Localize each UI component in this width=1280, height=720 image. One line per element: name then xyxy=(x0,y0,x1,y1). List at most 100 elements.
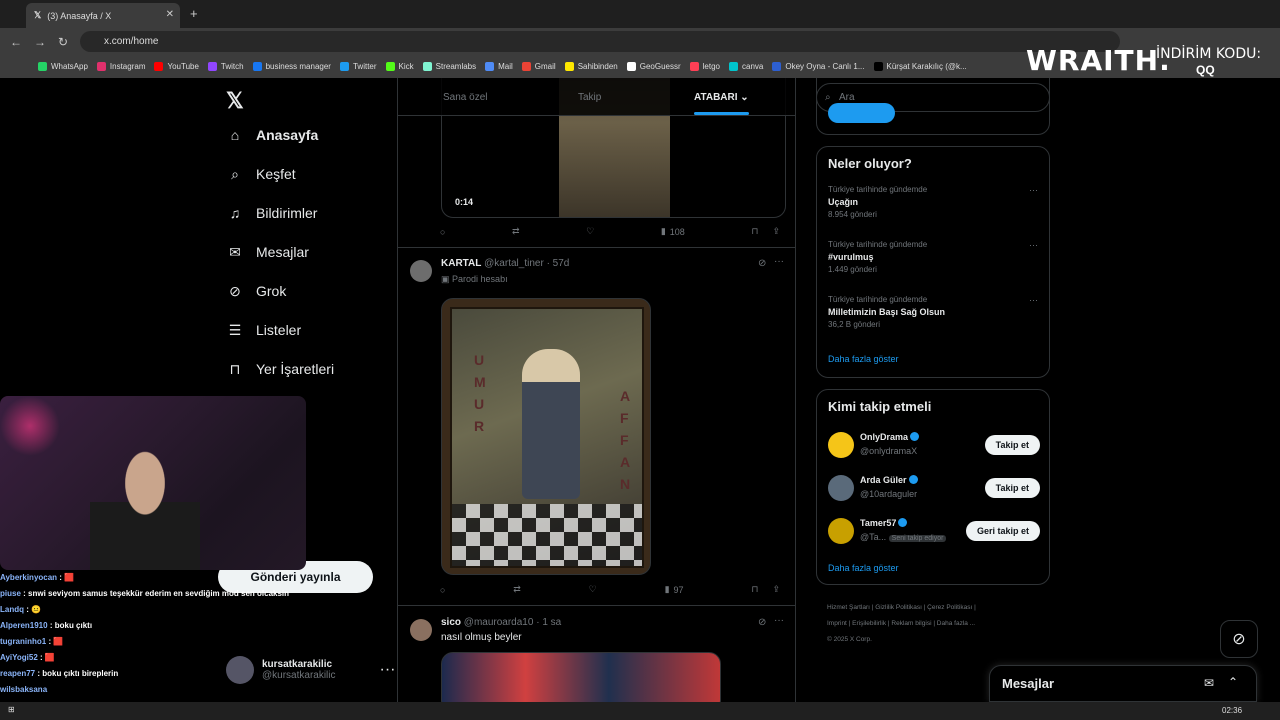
bookmark-favicon xyxy=(96,62,106,71)
chevron-down-icon: ⌄ xyxy=(740,92,749,103)
trends-title: Neler oluyor? xyxy=(828,156,912,171)
promo-label: İNDİRİM KODU: xyxy=(1156,46,1262,62)
bookmark-item[interactable]: canva xyxy=(729,62,763,71)
bookmark-item[interactable]: Gmail xyxy=(521,62,556,71)
bookmark-favicon xyxy=(339,62,349,71)
author-name[interactable]: sico xyxy=(441,617,461,628)
more-icon[interactable]: ··· xyxy=(774,615,784,626)
streamer-shape xyxy=(90,446,200,570)
show-more-link[interactable]: Daha fazla göster xyxy=(828,563,899,573)
follow-suggestion[interactable]: OnlyDrama @onlydramaX Takip et xyxy=(828,430,1040,460)
follow-button[interactable]: Takip et xyxy=(984,435,1040,455)
tab-for-you[interactable]: Sana özel xyxy=(443,92,487,103)
nav-item-list[interactable]: ☰ Listeler xyxy=(226,321,301,339)
post-image[interactable] xyxy=(441,652,721,702)
bookmark-item[interactable]: Kürşat Karakılıç (@k... xyxy=(873,62,967,71)
share-icon[interactable]: ⇪ xyxy=(772,226,780,237)
bookmark-item[interactable]: Okey Oyna - Canlı 1... xyxy=(772,62,865,71)
post[interactable]: sico @mauroarda10 · 1 sa ⊘ ··· nasıl olm… xyxy=(398,607,795,702)
bookmark-favicon xyxy=(422,62,432,71)
avatar[interactable] xyxy=(410,619,432,641)
start-icon[interactable]: ⊞ xyxy=(8,705,15,714)
follow-button[interactable]: Takip et xyxy=(984,478,1040,498)
follow-suggestion[interactable]: Arda Güler @10ardaguler Takip et xyxy=(828,473,1040,503)
follow-button[interactable]: Geri takip et xyxy=(965,521,1040,541)
views-stat[interactable]: ▮ 97 xyxy=(665,584,684,595)
new-tab-button[interactable]: + xyxy=(190,6,198,21)
views-stat[interactable]: ▮ 108 xyxy=(661,226,685,237)
forward-icon[interactable]: → xyxy=(34,35,46,49)
url-input[interactable]: x.com/home xyxy=(80,31,1120,52)
bookmark-favicon xyxy=(154,62,164,71)
trend-item[interactable]: Türkiye tarihinde gündemde #vurulmuş 1.449… xyxy=(828,240,1038,274)
messages-drawer[interactable]: Mesajlar ✉ ⌃ xyxy=(989,665,1257,702)
repost-icon[interactable]: ⇄ xyxy=(512,226,520,237)
compose-message-icon[interactable]: ✉ xyxy=(1204,676,1214,690)
reply-icon[interactable]: ○ xyxy=(440,226,445,237)
nav-item-home[interactable]: ⌂ Anasayfa xyxy=(226,126,319,144)
video-duration: 0:14 xyxy=(455,197,474,207)
bookmark-item[interactable]: letgo xyxy=(689,62,720,71)
bookmark-icon[interactable]: ⊓ xyxy=(751,226,758,237)
nav-item-mail[interactable]: ✉ Mesajlar xyxy=(226,243,309,261)
browser-tab[interactable]: 𝕏 (3) Anasayfa / X ✕ xyxy=(26,3,180,28)
tab-atabari[interactable]: ATABARI ⌄ xyxy=(694,92,749,115)
subscribe-button[interactable] xyxy=(828,103,895,123)
more-icon[interactable]: ··· xyxy=(1029,295,1038,305)
bookmark-item[interactable]: Instagram xyxy=(96,62,145,71)
mail-icon: ✉ xyxy=(229,243,241,260)
grok-fab[interactable]: ⊘ xyxy=(1220,620,1258,658)
bookmark-item[interactable]: YouTube xyxy=(154,62,199,71)
bookmark-item[interactable]: Mail xyxy=(485,62,513,71)
trend-item[interactable]: Türkiye tarihinde gündemde Milletimizin B… xyxy=(828,295,1038,329)
bookmark-icon[interactable]: ⊓ xyxy=(751,584,758,595)
bookmark-item[interactable]: Twitch xyxy=(207,62,244,71)
avatar[interactable] xyxy=(828,432,854,458)
nav-item-grok[interactable]: ⊘ Grok xyxy=(226,282,286,300)
expand-icon[interactable]: ⌃ xyxy=(1228,675,1238,689)
trend-item[interactable]: Türkiye tarihinde gündemde Uçağın 8.954 gö… xyxy=(828,185,1038,219)
post[interactable]: KARTAL @kartal_tiner · 57d ▣ Parodi hesa… xyxy=(398,248,795,606)
bookmark-item[interactable]: Twitter xyxy=(339,62,377,71)
like-icon[interactable]: ♡ xyxy=(589,584,597,595)
bookmark-item[interactable]: business manager xyxy=(252,62,331,71)
reply-icon[interactable]: ○ xyxy=(440,584,445,595)
nav-item-bell[interactable]: ♫ Bildirimler xyxy=(226,204,318,222)
chat-text: : 🟥 xyxy=(40,653,55,662)
more-icon[interactable]: ··· xyxy=(1029,240,1038,250)
bookmark-item[interactable]: Sahibinden xyxy=(564,62,618,71)
repost-icon[interactable]: ⇄ xyxy=(513,584,521,595)
bookmark-item[interactable]: WhatsApp xyxy=(38,62,88,71)
author-name[interactable]: KARTAL xyxy=(441,258,481,269)
chat-username: AyiYogi52 xyxy=(0,653,38,662)
more-icon[interactable]: ··· xyxy=(1029,185,1038,195)
follow-suggestion[interactable]: Tamer57 @Ta... Seni takip ediyor Geri taki… xyxy=(828,516,1040,546)
who-to-follow-title: Kimi takip etmeli xyxy=(828,399,932,414)
parody-icon: ▣ xyxy=(441,274,450,284)
nav-item-search[interactable]: ⌕ Keşfet xyxy=(226,165,296,183)
tab-following[interactable]: Takip xyxy=(578,92,601,103)
grok-icon[interactable]: ⊘ xyxy=(758,258,766,269)
avatar[interactable] xyxy=(828,518,854,544)
nav-item-bookmark[interactable]: ⊓ Yer İşaretleri xyxy=(226,360,335,378)
bookmark-item[interactable]: GeoGuessr xyxy=(626,62,681,71)
more-icon[interactable]: ··· xyxy=(380,661,396,679)
avatar[interactable] xyxy=(828,475,854,501)
author-handle[interactable]: @kartal_tiner xyxy=(484,258,544,269)
author-handle[interactable]: @mauroarda10 xyxy=(464,617,534,628)
bookmark-item[interactable]: Kick xyxy=(385,62,414,71)
taskbar: ⊞ 02:36 xyxy=(0,702,1280,720)
reload-icon[interactable]: ↻ xyxy=(58,35,68,49)
show-more-link[interactable]: Daha fazla göster xyxy=(828,354,899,364)
more-icon[interactable]: ··· xyxy=(774,256,784,267)
grok-icon[interactable]: ⊘ xyxy=(758,617,766,628)
like-icon[interactable]: ♡ xyxy=(586,226,594,237)
post-image[interactable]: UMUR AFFAN xyxy=(441,298,651,575)
avatar[interactable] xyxy=(410,260,432,282)
close-tab-icon[interactable]: ✕ xyxy=(166,9,174,20)
share-icon[interactable]: ⇪ xyxy=(772,584,780,595)
bookmark-item[interactable]: Streamlabs xyxy=(422,62,476,71)
x-logo-icon[interactable]: 𝕏 xyxy=(226,88,244,114)
stream-chat: Ayberkinyocan : 🟥 piuse : snwi seviyom sa… xyxy=(0,570,310,698)
back-icon[interactable]: ← xyxy=(10,35,22,49)
